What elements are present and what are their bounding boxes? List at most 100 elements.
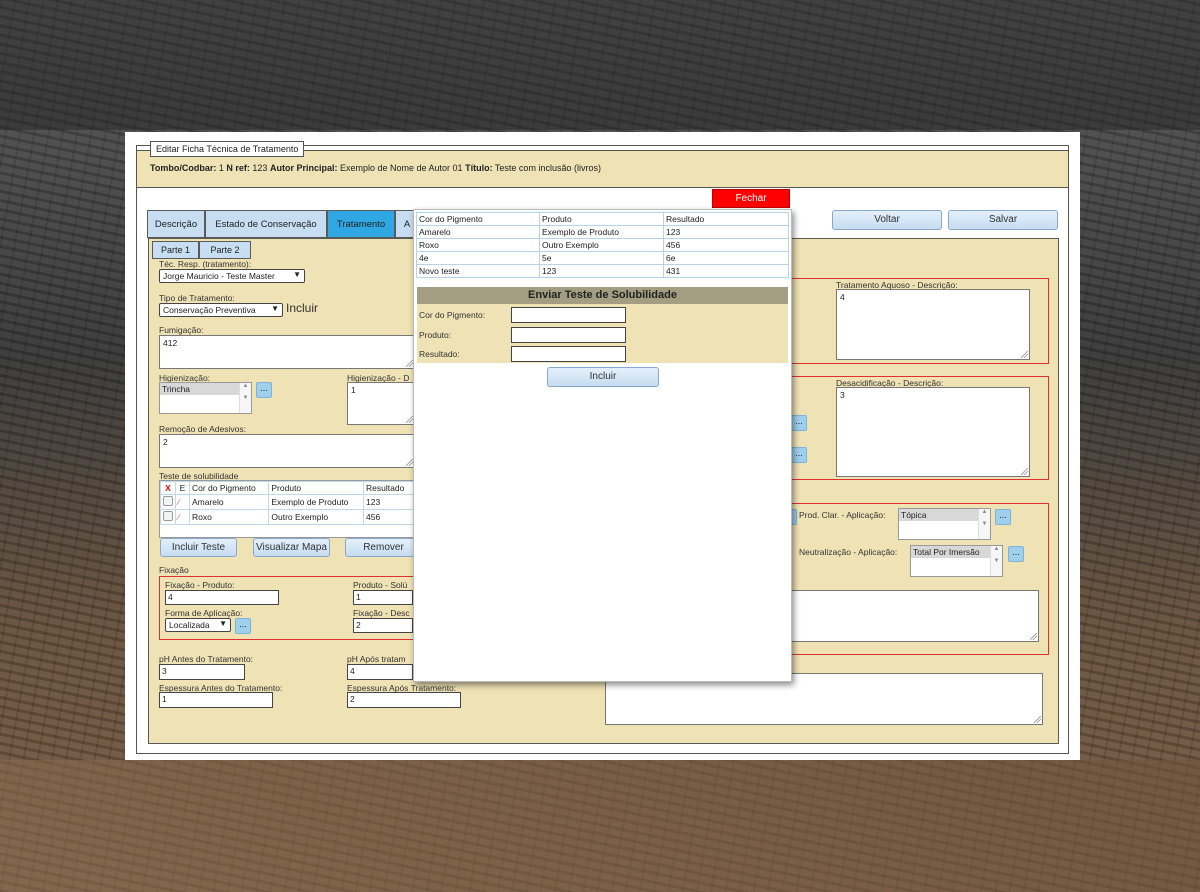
background-wood bbox=[0, 760, 1200, 892]
cell-produto: 123 bbox=[539, 264, 664, 278]
cell-cor: 4e bbox=[416, 251, 540, 265]
tipo-tratamento-label: Tipo de Tratamento: bbox=[159, 293, 235, 303]
subtab-parte-1[interactable]: Parte 1 bbox=[152, 241, 199, 259]
col-resultado: Resultado bbox=[363, 481, 414, 495]
checkbox[interactable] bbox=[163, 496, 173, 506]
row-edit[interactable]: ⁄ bbox=[175, 509, 190, 525]
table-row: ⁄ Amarelo Exemplo de Produto 123 bbox=[160, 494, 414, 510]
cell-cor: Roxo bbox=[188, 509, 270, 525]
edit-icon[interactable]: ⁄ bbox=[178, 497, 179, 507]
autor-value: Exemplo de Nome de Autor 01 bbox=[339, 163, 463, 173]
produto-solu-label: Produto - Solú bbox=[353, 580, 408, 590]
forma-aplicacao-value: Localizada bbox=[169, 620, 210, 630]
row-checkbox[interactable] bbox=[160, 509, 176, 525]
cell-cor: Amarelo bbox=[416, 225, 540, 239]
popup-form: Enviar Teste de Solubilidade Cor do Pigm… bbox=[417, 287, 788, 363]
col-e: E bbox=[175, 481, 190, 495]
prod-clar-label: Prod. Clar. - Aplicação: bbox=[799, 510, 886, 520]
neutral-label: Neutralização - Aplicação: bbox=[799, 547, 898, 557]
esp-antes-input[interactable]: 1 bbox=[159, 692, 273, 708]
autor-label: Autor Principal: bbox=[269, 163, 338, 173]
table-header: Cor do Pigmento Produto Resultado bbox=[416, 212, 789, 226]
neutral-list[interactable]: Total Por Imersão ▲ ▼ bbox=[910, 545, 1003, 577]
nref-value: 123 bbox=[252, 163, 268, 173]
neutral-more-button[interactable]: ... bbox=[1008, 546, 1024, 562]
titulo-value: Teste com inclusão (livros) bbox=[494, 163, 601, 173]
fixacao-desc-input[interactable]: 2 bbox=[353, 618, 413, 633]
scrollbar[interactable]: ▲ ▼ bbox=[978, 509, 990, 539]
popup-resultado-label: Resultado: bbox=[419, 349, 460, 359]
higienizacao-desc-textarea[interactable]: 1 bbox=[347, 382, 415, 425]
neutral-value: Total Por Imersão bbox=[911, 546, 1002, 558]
cell-resultado: 456 bbox=[663, 238, 789, 252]
prod-clar-value: Tópica bbox=[899, 509, 990, 521]
row-checkbox[interactable] bbox=[160, 494, 176, 510]
remover-button[interactable]: Remover bbox=[345, 538, 422, 557]
popup-cor-input[interactable] bbox=[511, 307, 626, 323]
forma-aplicacao-select[interactable]: Localizada ▼ bbox=[165, 618, 231, 632]
cell-resultado: 123 bbox=[663, 225, 789, 239]
tab-tratamento[interactable]: Tratamento bbox=[327, 210, 395, 238]
higienizacao-list[interactable]: Trincha ▲ ▼ bbox=[159, 382, 252, 414]
higienizacao-more-button[interactable]: ... bbox=[256, 382, 272, 398]
desacid-textarea[interactable]: 3 bbox=[836, 387, 1030, 477]
solubilidade-popup: Cor do Pigmento Produto Resultado Amarel… bbox=[413, 209, 792, 682]
popup-form-title: Enviar Teste de Solubilidade bbox=[417, 287, 788, 304]
popup-resultado-input[interactable] bbox=[511, 346, 626, 362]
salvar-button[interactable]: Salvar bbox=[948, 210, 1058, 230]
cell-produto: 5e bbox=[539, 251, 664, 265]
table-row: Roxo Outro Exemplo 456 bbox=[416, 238, 789, 252]
panel-legend: Editar Ficha Técnica de Tratamento bbox=[150, 141, 305, 157]
cell-produto: Exemplo de Produto bbox=[268, 494, 365, 510]
fixacao-produto-input[interactable]: 4 bbox=[165, 590, 279, 605]
tipo-tratamento-value: Conservação Preventiva bbox=[163, 305, 256, 315]
scrollbar[interactable]: ▲ ▼ bbox=[239, 383, 251, 413]
ph-apos-input[interactable]: 4 bbox=[347, 664, 413, 680]
cell-cor: Roxo bbox=[416, 238, 540, 252]
incluir-link[interactable]: Incluir bbox=[286, 301, 318, 315]
col-produto: Produto bbox=[268, 481, 365, 495]
background-type-case bbox=[0, 0, 1200, 130]
popup-produto-label: Produto: bbox=[419, 330, 452, 340]
desacid-more-button-1[interactable]: ... bbox=[791, 415, 807, 431]
prod-clar-more-button[interactable]: ... bbox=[995, 509, 1011, 525]
voltar-button[interactable]: Voltar bbox=[832, 210, 942, 230]
row-edit[interactable]: ⁄ bbox=[175, 494, 190, 510]
tab-estado-conservacao[interactable]: Estado de Conservação bbox=[205, 210, 327, 238]
higienizacao-value: Trincha bbox=[160, 383, 251, 395]
ph-antes-label: pH Antes do Tratamento: bbox=[159, 654, 254, 664]
tec-resp-select[interactable]: Jorge Mauricio - Teste Master ▼ bbox=[159, 269, 305, 283]
ph-antes-input[interactable]: 3 bbox=[159, 664, 245, 680]
col-cor: Cor do Pigmento bbox=[416, 212, 540, 226]
fechar-button[interactable]: Fechar bbox=[712, 189, 790, 208]
cell-resultado: 456 bbox=[363, 509, 414, 525]
solubilidade-table: X E Cor do Pigmento Produto Resultado ⁄ … bbox=[159, 480, 415, 538]
cell-resultado: 431 bbox=[663, 264, 789, 278]
prod-clar-list[interactable]: Tópica ▲ ▼ bbox=[898, 508, 991, 540]
cell-produto: Outro Exemplo bbox=[539, 238, 664, 252]
edit-icon[interactable]: ⁄ bbox=[178, 512, 179, 522]
scrollbar[interactable]: ▲ ▼ bbox=[990, 546, 1002, 576]
chevron-down-icon: ▼ bbox=[293, 270, 301, 279]
cell-resultado: 123 bbox=[363, 494, 414, 510]
esp-apos-input[interactable]: 2 bbox=[347, 692, 461, 708]
popup-produto-input[interactable] bbox=[511, 327, 626, 343]
tab-descricao[interactable]: Descrição bbox=[147, 210, 205, 238]
remocao-textarea[interactable]: 2 bbox=[159, 434, 415, 468]
fumigacao-textarea[interactable]: 412 bbox=[159, 335, 415, 369]
table-row: Amarelo Exemplo de Produto 123 bbox=[416, 225, 789, 239]
visualizar-mapa-button[interactable]: Visualizar Mapa bbox=[253, 538, 330, 557]
aquoso-textarea[interactable]: 4 bbox=[836, 289, 1030, 360]
clareamento-textarea[interactable] bbox=[788, 590, 1039, 642]
table-row: ⁄ Roxo Outro Exemplo 456 bbox=[160, 509, 414, 525]
forma-aplicacao-more-button[interactable]: ... bbox=[235, 618, 251, 634]
cell-produto: Exemplo de Produto bbox=[539, 225, 664, 239]
checkbox[interactable] bbox=[163, 511, 173, 521]
incluir-teste-button[interactable]: Incluir Teste bbox=[160, 538, 237, 557]
popup-incluir-button[interactable]: Incluir bbox=[547, 367, 659, 387]
desacid-more-button-2[interactable]: ... bbox=[791, 447, 807, 463]
subtab-parte-2[interactable]: Parte 2 bbox=[199, 241, 251, 259]
tipo-tratamento-select[interactable]: Conservação Preventiva ▼ bbox=[159, 303, 283, 317]
popup-cor-label: Cor do Pigmento: bbox=[419, 310, 486, 320]
produto-solu-input[interactable]: 1 bbox=[353, 590, 413, 605]
